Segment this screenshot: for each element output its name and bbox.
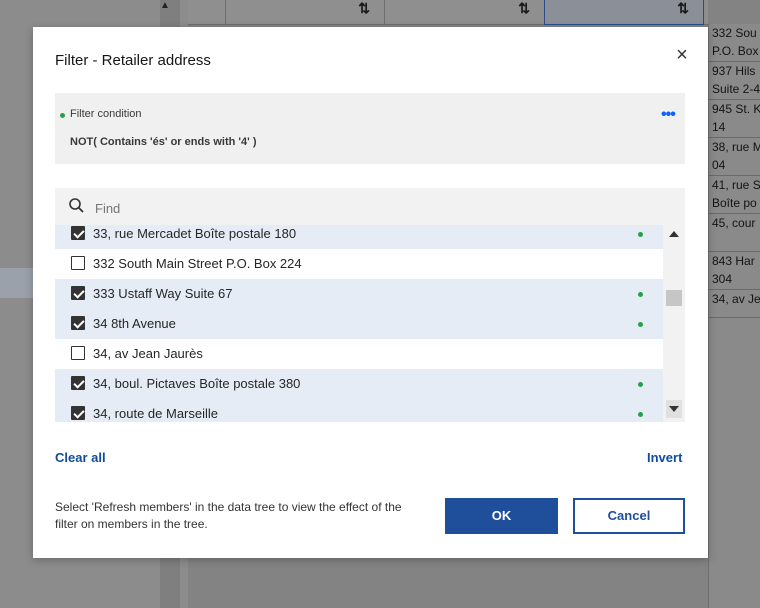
- grid-cell: 34, av Je: [709, 290, 760, 318]
- sort-icon[interactable]: ⇅: [677, 0, 689, 17]
- item-indicator-dot: [638, 412, 643, 417]
- filter-condition-panel: Filter condition NOT( Contains 'és' or e…: [55, 93, 685, 164]
- item-label: 34, route de Marseille: [93, 406, 219, 421]
- grid-header: ⇅ ⇅ ⇅: [188, 0, 708, 25]
- grid-column-header[interactable]: ⇅: [384, 0, 544, 24]
- member-list: 33, rue Mercadet Boîte postale 180 332 So…: [55, 188, 685, 422]
- grid-cell: 945 St. K 14: [709, 100, 760, 138]
- item-checkbox[interactable]: [71, 286, 85, 300]
- list-item[interactable]: 34, av Jean Jaurès: [55, 339, 663, 369]
- item-checkbox[interactable]: [71, 376, 85, 390]
- cancel-button[interactable]: Cancel: [573, 498, 685, 534]
- grid-cell: 843 Har 304: [709, 252, 760, 290]
- scroll-down-arrow-icon[interactable]: [666, 400, 682, 418]
- scroll-thumb[interactable]: [666, 290, 682, 306]
- list-item[interactable]: 34 8th Avenue: [55, 309, 663, 339]
- ok-button[interactable]: OK: [445, 498, 558, 534]
- item-label: 34, boul. Pictaves Boîte postale 380: [93, 376, 301, 391]
- filter-condition-text: NOT( Contains 'és' or ends with '4' ): [70, 136, 257, 148]
- more-options-icon[interactable]: •••: [661, 106, 676, 124]
- find-row: [55, 188, 685, 225]
- grid-cell: 937 Hils Suite 2-4: [709, 62, 760, 100]
- list-item[interactable]: 34, route de Marseille: [55, 399, 663, 422]
- grid-cell: 38, rue M 04: [709, 138, 760, 176]
- item-checkbox[interactable]: [71, 346, 85, 360]
- item-label: 34, av Jean Jaurès: [93, 346, 203, 361]
- list-item[interactable]: 34, boul. Pictaves Boîte postale 380: [55, 369, 663, 399]
- invert-link[interactable]: Invert: [647, 450, 682, 465]
- scroll-up-icon[interactable]: ▲: [160, 0, 174, 11]
- item-indicator-dot: [638, 232, 643, 237]
- list-item[interactable]: 333 Ustaff Way Suite 67: [55, 279, 663, 309]
- item-indicator-dot: [638, 322, 643, 327]
- filter-dialog: Filter - Retailer address × Filter condi…: [33, 27, 708, 558]
- item-label: 332 South Main Street P.O. Box 224: [93, 256, 302, 271]
- grid-column-header[interactable]: ⇅: [225, 0, 384, 24]
- item-checkbox[interactable]: [71, 406, 85, 420]
- find-input[interactable]: [93, 196, 657, 220]
- item-label: 33, rue Mercadet Boîte postale 180: [93, 226, 297, 241]
- grid-cell: 45, cour: [709, 214, 760, 252]
- search-icon: [69, 198, 84, 213]
- item-checkbox[interactable]: [71, 256, 85, 270]
- item-checkbox[interactable]: [71, 316, 85, 330]
- member-items: 33, rue Mercadet Boîte postale 180 332 So…: [55, 225, 663, 422]
- list-item[interactable]: 33, rue Mercadet Boîte postale 180: [55, 225, 663, 249]
- dialog-title: Filter - Retailer address: [55, 52, 211, 69]
- item-indicator-dot: [638, 292, 643, 297]
- condition-indicator-dot: [60, 113, 65, 118]
- item-label: 333 Ustaff Way Suite 67: [93, 286, 233, 301]
- refresh-note: Select 'Refresh members' in the data tre…: [55, 500, 402, 531]
- grid-column-header-selected[interactable]: ⇅: [544, 0, 704, 25]
- filter-condition-label: Filter condition: [70, 108, 142, 120]
- left-panel-selected-row: [0, 268, 33, 298]
- grid-cell: 332 Sou P.O. Box: [709, 24, 760, 62]
- list-scrollbar[interactable]: [663, 225, 685, 422]
- item-label: 34 8th Avenue: [93, 316, 176, 331]
- item-indicator-dot: [638, 382, 643, 387]
- scroll-up-arrow-icon[interactable]: [669, 231, 679, 237]
- close-icon[interactable]: ×: [673, 45, 691, 65]
- clear-all-link[interactable]: Clear all: [55, 450, 106, 465]
- sort-icon[interactable]: ⇅: [518, 0, 530, 17]
- list-item[interactable]: 332 South Main Street P.O. Box 224: [55, 249, 663, 279]
- sort-icon[interactable]: ⇅: [358, 0, 370, 17]
- grid-cell: 41, rue S Boîte po: [709, 176, 760, 214]
- item-checkbox[interactable]: [71, 226, 85, 240]
